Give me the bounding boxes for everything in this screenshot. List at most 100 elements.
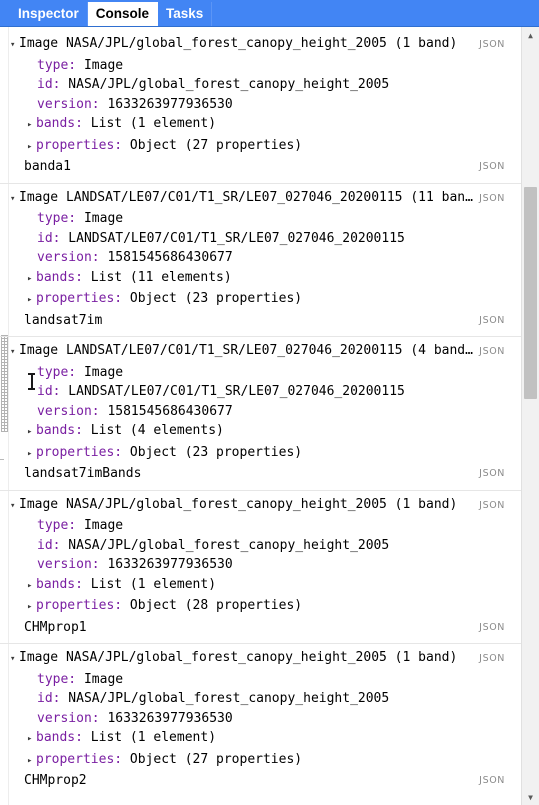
console-entry: ▾ Image NASA/JPL/global_forest_canopy_hei… <box>0 489 521 644</box>
variable-label: banda1 <box>24 159 71 174</box>
entry-node-row[interactable]: ▸ properties: Object (27 properties) <box>0 136 521 158</box>
scrollbar-thumb[interactable] <box>524 187 537 399</box>
entry-header-row[interactable]: ▾ Image LANDSAT/LE07/C01/T1_SR/LE07_02704… <box>0 341 521 363</box>
entry-header-row[interactable]: ▾ Image NASA/JPL/global_forest_canopy_hei… <box>0 495 521 517</box>
chevron-right-icon[interactable]: ▸ <box>27 752 36 772</box>
property-value: 1581545686430677 <box>99 250 233 265</box>
tab-bar: Inspector Console Tasks <box>0 0 539 27</box>
chevron-down-icon[interactable]: ▾ <box>10 190 19 210</box>
json-link[interactable]: JSON <box>473 35 521 55</box>
property-key: bands: <box>36 576 83 592</box>
entry-header-text: Image LANDSAT/LE07/C01/T1_SR/LE07_027046… <box>19 189 473 205</box>
chevron-right-icon[interactable]: ▸ <box>27 730 36 750</box>
property-value: Image <box>76 211 124 226</box>
chevron-right-icon[interactable]: ▸ <box>27 598 36 618</box>
tab-tasks[interactable]: Tasks <box>158 2 213 27</box>
entry-header-row[interactable]: ▾ Image NASA/JPL/global_forest_canopy_hei… <box>0 34 521 56</box>
entry-header-row[interactable]: ▾ Image LANDSAT/LE07/C01/T1_SR/LE07_02704… <box>0 188 521 210</box>
entry-node-row[interactable]: ▸ bands: List (4 elements) <box>0 421 521 443</box>
chevron-right-icon[interactable]: ▸ <box>27 423 36 443</box>
property-key: id: <box>37 384 61 399</box>
property-key: id: <box>37 537 61 553</box>
property-key: bands: <box>36 269 83 285</box>
property-value: LANDSAT/LE07/C01/T1_SR/LE07_027046_20200… <box>60 384 405 399</box>
json-link[interactable]: JSON <box>479 771 521 791</box>
entry-property-row: id: NASA/JPL/global_forest_canopy_height… <box>0 75 521 95</box>
entry-property-row: type: Image <box>0 670 521 690</box>
json-link[interactable]: JSON <box>473 189 521 209</box>
chevron-down-icon[interactable]: ▾ <box>10 343 19 363</box>
entry-property-row: type: Image <box>0 209 521 229</box>
tab-console[interactable]: Console <box>87 2 159 27</box>
chevron-down-icon[interactable]: ▾ <box>10 497 19 517</box>
entry-node-row[interactable]: ▸ properties: Object (28 properties) <box>0 596 521 618</box>
property-key: type: <box>37 364 77 380</box>
json-link[interactable]: JSON <box>473 342 521 362</box>
entry-property-row: id: LANDSAT/LE07/C01/T1_SR/LE07_027046_2… <box>0 382 521 402</box>
entry-property-row: id: NASA/JPL/global_forest_canopy_height… <box>0 689 521 709</box>
entry-node-row[interactable]: ▸ bands: List (1 element) <box>0 575 521 597</box>
console-scrollbar[interactable]: ▲ ▼ <box>521 27 539 805</box>
chevron-right-icon[interactable]: ▸ <box>27 577 36 597</box>
property-key: bands: <box>36 116 83 131</box>
console-output-area[interactable]: ▾ Image NASA/JPL/global_forest_canopy_hei… <box>0 27 521 805</box>
property-key: type: <box>37 211 77 226</box>
json-link[interactable]: JSON <box>479 464 521 484</box>
json-link[interactable]: JSON <box>473 496 521 516</box>
property-value: List (1 element) <box>82 576 217 592</box>
entry-node-row[interactable]: ▸ properties: Object (27 properties) <box>0 750 521 772</box>
chevron-right-icon[interactable]: ▸ <box>27 291 36 311</box>
entry-property-row: version: 1581545686430677 <box>0 402 521 422</box>
chevron-right-icon[interactable]: ▸ <box>27 445 36 465</box>
chevron-right-icon[interactable]: ▸ <box>27 116 36 136</box>
variable-label: landsat7im <box>24 312 103 328</box>
entry-node-row[interactable]: ▸ properties: Object (23 properties) <box>0 443 521 465</box>
entry-property-row: type: Image <box>0 516 521 536</box>
json-link[interactable]: JSON <box>479 157 521 177</box>
chevron-down-icon[interactable]: ▾ <box>10 650 19 670</box>
scroll-up-arrow-icon[interactable]: ▲ <box>522 27 539 43</box>
property-value: 1633263977936530 <box>99 96 233 112</box>
console-entry: ▾ Image LANDSAT/LE07/C01/T1_SR/LE07_02704… <box>0 182 521 337</box>
entry-node-row[interactable]: ▸ bands: List (1 element) <box>0 728 521 750</box>
property-value: Object (28 properties) <box>122 598 303 613</box>
property-key: bands: <box>36 423 83 438</box>
json-link[interactable]: JSON <box>479 311 521 331</box>
tab-inspector[interactable]: Inspector <box>10 2 88 27</box>
entry-node-row[interactable]: ▸ bands: List (11 elements) <box>0 268 521 290</box>
entry-node-row[interactable]: ▸ properties: Object (23 properties) <box>0 289 521 311</box>
property-key: id: <box>37 230 61 246</box>
entry-property-row: version: 1633263977936530 <box>0 709 521 729</box>
property-key: bands: <box>36 730 83 745</box>
json-link[interactable]: JSON <box>473 649 521 669</box>
entry-header-row[interactable]: ▾ Image NASA/JPL/global_forest_canopy_hei… <box>0 648 521 670</box>
property-key: version: <box>37 403 100 419</box>
variable-label: CHMprop1 <box>24 619 87 635</box>
json-link[interactable]: JSON <box>479 618 521 638</box>
chevron-right-icon[interactable]: ▸ <box>27 270 36 290</box>
property-value: Object (27 properties) <box>122 137 303 153</box>
chevron-down-icon[interactable]: ▾ <box>10 36 19 56</box>
property-key: version: <box>37 96 100 112</box>
property-key: version: <box>37 557 100 572</box>
property-key: properties: <box>36 444 123 460</box>
entry-header-text: Image LANDSAT/LE07/C01/T1_SR/LE07_027046… <box>19 343 473 358</box>
property-key: type: <box>37 57 77 73</box>
property-value: List (11 elements) <box>82 269 232 285</box>
entry-property-row: id: NASA/JPL/global_forest_canopy_height… <box>0 536 521 556</box>
property-key: version: <box>37 710 100 726</box>
property-value: List (4 elements) <box>82 423 224 438</box>
console-entry: ▾ Image NASA/JPL/global_forest_canopy_hei… <box>0 643 521 797</box>
property-value: List (1 element) <box>82 730 217 745</box>
entry-label-row: CHMprop2 JSON <box>0 771 521 791</box>
chevron-right-icon[interactable]: ▸ <box>27 138 36 158</box>
entry-property-row: type: Image <box>0 56 521 76</box>
property-value: Object (27 properties) <box>122 751 303 767</box>
entry-node-row[interactable]: ▸ bands: List (1 element) <box>0 114 521 136</box>
scroll-down-arrow-icon[interactable]: ▼ <box>522 789 539 805</box>
console-entry: ▾ Image NASA/JPL/global_forest_canopy_hei… <box>0 30 521 183</box>
entry-header-text: Image NASA/JPL/global_forest_canopy_heig… <box>19 36 458 51</box>
property-value: 1633263977936530 <box>99 710 233 726</box>
property-value: Image <box>76 518 124 533</box>
entry-label-row: banda1 JSON <box>0 157 521 177</box>
